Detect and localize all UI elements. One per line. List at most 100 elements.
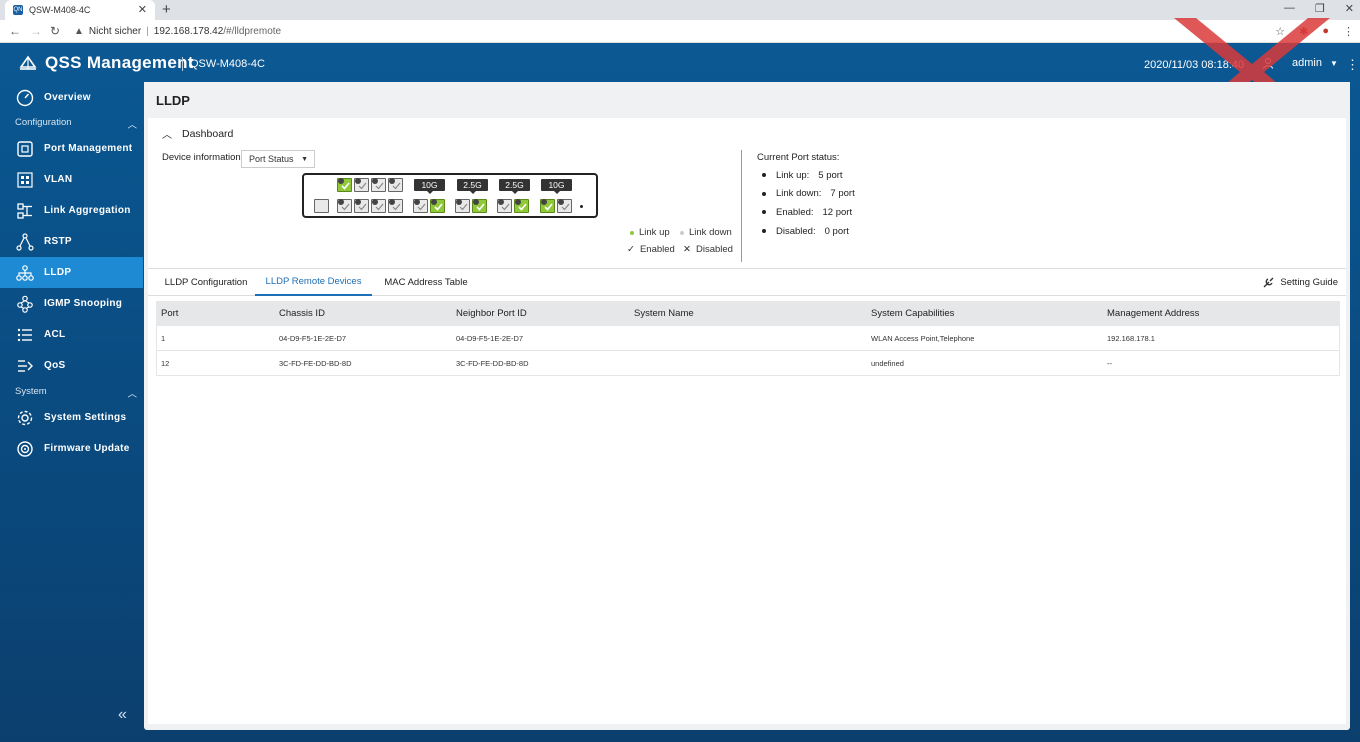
igmp-icon	[15, 294, 35, 314]
cell-management-address: 192.168.178.1	[1107, 334, 1155, 343]
setting-guide-button[interactable]: Setting Guide	[1262, 276, 1338, 289]
status-item-disabled: Disabled: 0 port	[762, 222, 855, 241]
col-header-port[interactable]: Port	[161, 301, 178, 326]
port-5[interactable]	[371, 199, 386, 213]
section-configuration[interactable]: Configuration ︿	[15, 117, 137, 131]
sidebar-item-igmp-snooping[interactable]: IGMP Snooping	[0, 288, 143, 319]
tab-lldp-remote-devices[interactable]: LLDP Remote Devices	[255, 269, 372, 296]
divider	[741, 150, 742, 262]
port-1[interactable]	[337, 199, 352, 213]
browser-tab[interactable]: QN QSW-M408-4C ✕	[5, 0, 155, 20]
status-item-enabled: Enabled: 12 port	[762, 203, 855, 222]
speed-label: 2.5G	[499, 179, 530, 194]
port-3[interactable]	[354, 199, 369, 213]
sidebar-item-system-settings[interactable]: System Settings	[0, 402, 143, 433]
link-up-dot-icon	[630, 230, 634, 235]
new-tab-icon[interactable]: +	[162, 1, 171, 18]
port-6[interactable]	[371, 178, 386, 192]
port-11[interactable]	[455, 199, 470, 213]
sidebar-item-port-management[interactable]: Port Management	[0, 133, 143, 164]
port-10[interactable]	[430, 199, 445, 213]
cell-management-address: --	[1107, 359, 1112, 368]
cell-chassis-id: 04-D9-F5-1E-2E-D7	[279, 334, 347, 343]
sidebar-item-firmware-update[interactable]: Firmware Update	[0, 433, 143, 464]
sidebar-item-acl[interactable]: ACL	[0, 319, 143, 350]
cell-system-capabilities: undefined	[871, 359, 904, 368]
col-header-system-name[interactable]: System Name	[634, 301, 694, 326]
console-port	[314, 199, 329, 213]
sidebar-item-label: Port Management	[44, 143, 133, 154]
close-window-icon[interactable]: ✕	[1345, 2, 1354, 15]
table-row[interactable]: 12 3C-FD-FE-DD-BD-8D 3C-FD-FE-DD-BD-8D u…	[156, 351, 1340, 376]
port-7[interactable]	[388, 199, 403, 213]
browser-menu-icon[interactable]: ⋮	[1343, 25, 1354, 38]
tab-lldp-configuration[interactable]: LLDP Configuration	[156, 269, 256, 296]
maximize-icon[interactable]: ❐	[1315, 2, 1325, 15]
port-16[interactable]	[557, 199, 572, 213]
table-header: Port Chassis ID Neighbor Port ID System …	[156, 301, 1340, 326]
url-path: /#/lldpremote	[223, 26, 282, 37]
gear-icon	[15, 408, 35, 428]
legend-label: Link down	[689, 227, 732, 238]
port-4[interactable]	[354, 178, 369, 192]
back-icon[interactable]: ←	[9, 24, 21, 38]
extension-icon[interactable]: ✱	[1299, 25, 1308, 38]
col-header-management-address[interactable]: Management Address	[1107, 301, 1199, 326]
sidebar-item-overview[interactable]: Overview	[0, 82, 143, 113]
port-12[interactable]	[472, 199, 487, 213]
sidebar-item-vlan[interactable]: VLAN	[0, 164, 143, 195]
profile-icon[interactable]: ●	[1322, 25, 1329, 38]
minimize-icon[interactable]: —	[1284, 2, 1295, 15]
speed-label: 10G	[541, 179, 572, 194]
dashboard-label: Dashboard	[182, 127, 234, 140]
collapse-sidebar-icon[interactable]: «	[118, 706, 127, 724]
browser-tabbar: QN QSW-M408-4C ✕ + — ❐ ✕	[0, 0, 1360, 20]
user-menu[interactable]: admin ▼	[1262, 57, 1338, 69]
reload-icon[interactable]: ↻	[50, 24, 60, 38]
qos-icon	[15, 356, 35, 376]
window-controls: — ❐ ✕	[1284, 2, 1354, 15]
sidebar-item-qos[interactable]: QoS	[0, 350, 143, 381]
col-header-chassis-id[interactable]: Chassis ID	[279, 301, 325, 326]
legend-label: Enabled	[639, 244, 675, 255]
gauge-icon	[15, 88, 35, 108]
device-name: QSW-M408-4C	[190, 58, 265, 70]
device-info-select[interactable]: Port Status ▼	[241, 150, 315, 168]
port-9[interactable]	[413, 199, 428, 213]
table-row[interactable]: 1 04-D9-F5-1E-2E-D7 04-D9-F5-1E-2E-D7 WL…	[156, 326, 1340, 351]
sidebar-item-label: System Settings	[44, 412, 127, 423]
security-label: Nicht sicher	[88, 26, 142, 37]
port-8[interactable]	[388, 178, 403, 192]
switch-front-panel: 10G 2.5G 2.5G 10G	[302, 173, 598, 218]
kebab-menu-icon[interactable]: ⋮	[1346, 57, 1359, 73]
port-2[interactable]	[337, 178, 352, 192]
lldp-tabs: LLDP Configuration LLDP Remote Devices M…	[148, 268, 1346, 296]
port-15[interactable]	[540, 199, 555, 213]
tab-close-icon[interactable]: ✕	[138, 3, 147, 16]
sidebar-item-label: Firmware Update	[44, 443, 130, 454]
col-header-system-capabilities[interactable]: System Capabilities	[871, 301, 954, 326]
vlan-icon	[15, 170, 35, 190]
port-14[interactable]	[514, 199, 529, 213]
cell-port: 12	[161, 359, 170, 368]
section-system[interactable]: System ︿	[15, 386, 137, 400]
reset-dot	[580, 205, 583, 208]
star-icon[interactable]: ☆	[1275, 25, 1285, 38]
url-field[interactable]: ▲ Nicht sicher | 192.168.178.42/#/lldpre…	[74, 26, 281, 37]
col-header-neighbor-port-id[interactable]: Neighbor Port ID	[456, 301, 527, 326]
chevron-up-icon: ︿	[127, 120, 137, 131]
forward-icon[interactable]: →	[30, 24, 42, 38]
sidebar-item-lldp[interactable]: LLDP	[0, 257, 143, 288]
dashboard-toggle[interactable]: ︿ Dashboard	[162, 126, 234, 142]
url-host: 192.168.178.42	[153, 26, 224, 37]
tab-mac-address-table[interactable]: MAC Address Table	[380, 269, 472, 296]
sidebar-item-link-aggregation[interactable]: Link Aggregation	[0, 195, 143, 226]
sidebar-item-label: ACL	[44, 329, 66, 340]
user-icon	[1263, 58, 1273, 69]
sidebar-item-label: LLDP	[44, 267, 72, 278]
sidebar-item-rstp[interactable]: RSTP	[0, 226, 143, 257]
port-13[interactable]	[497, 199, 512, 213]
browser-icons: ☆ ✱ ● ⋮	[1275, 25, 1354, 38]
section-label: System	[15, 386, 47, 397]
remote-devices-table: Port Chassis ID Neighbor Port ID System …	[156, 301, 1340, 376]
